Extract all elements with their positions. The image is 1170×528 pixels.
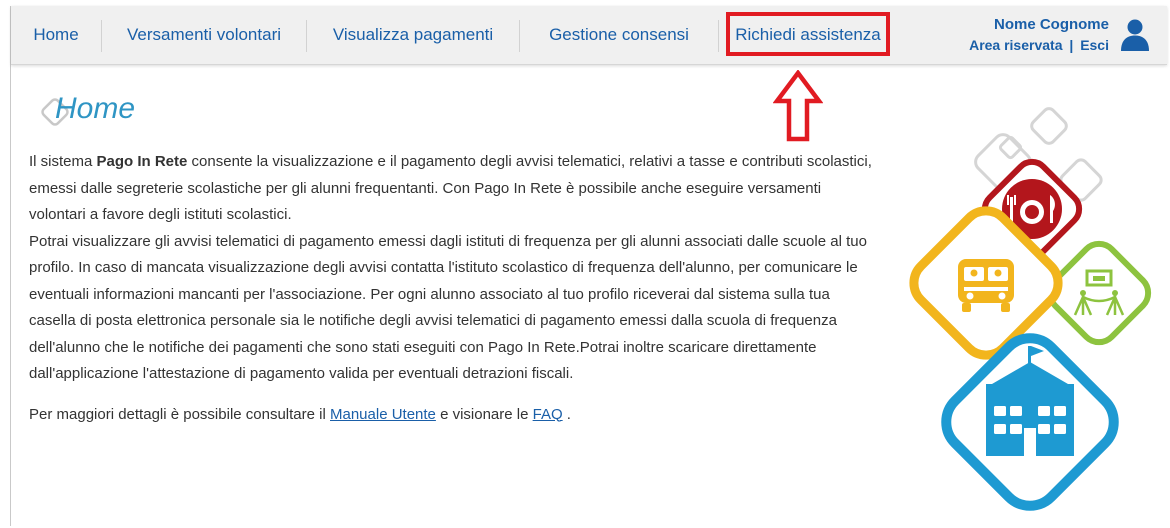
area-riservata-link[interactable]: Area riservata xyxy=(969,37,1062,53)
nav-versamenti-volontari[interactable]: Versamenti volontari xyxy=(102,6,306,64)
main-content: Il sistema Pago In Rete consente la visu… xyxy=(29,149,879,428)
services-illustration xyxy=(909,107,1152,511)
faq-link[interactable]: FAQ xyxy=(533,406,563,423)
top-navbar: Home Versamenti volontari Visualizza pag… xyxy=(11,6,1167,65)
footer-paragraph: Per maggiori dettagli è possibile consul… xyxy=(29,402,879,429)
highlight-box xyxy=(726,12,890,56)
links-separator: | xyxy=(1069,37,1074,53)
nav-visualizza-pagamenti[interactable]: Visualizza pagamenti xyxy=(307,6,519,64)
nav-home[interactable]: Home xyxy=(11,6,101,64)
user-links: Area riservata | Esci xyxy=(951,37,1109,53)
user-name: Nome Cognome xyxy=(993,16,1109,33)
page-frame: Home Versamenti volontari Visualizza pag… xyxy=(10,6,1167,526)
footer-text-middle: e visionare le xyxy=(435,405,533,423)
body-paragraph: Potrai visualizzare gli avvisi telematic… xyxy=(29,232,867,383)
intro-brand: Pago In Rete xyxy=(96,153,188,170)
arrow-up-icon xyxy=(773,70,823,142)
nav-gestione-consensi[interactable]: Gestione consensi xyxy=(520,6,718,64)
intro-paragraph: Il sistema Pago In Rete consente la visu… xyxy=(29,149,879,229)
page-title-block: Home xyxy=(33,90,173,136)
user-icon[interactable] xyxy=(1119,18,1151,52)
page-title: Home xyxy=(55,92,136,125)
logout-link[interactable]: Esci xyxy=(1080,37,1109,53)
manual-link[interactable]: Manuale Utente xyxy=(330,406,436,423)
footer-text-end: . xyxy=(562,405,571,423)
footer-text-start: Per maggiori dettagli è possibile consul… xyxy=(29,405,330,423)
school-building-icon xyxy=(941,333,1119,511)
intro-text-start: Il sistema xyxy=(29,153,97,170)
